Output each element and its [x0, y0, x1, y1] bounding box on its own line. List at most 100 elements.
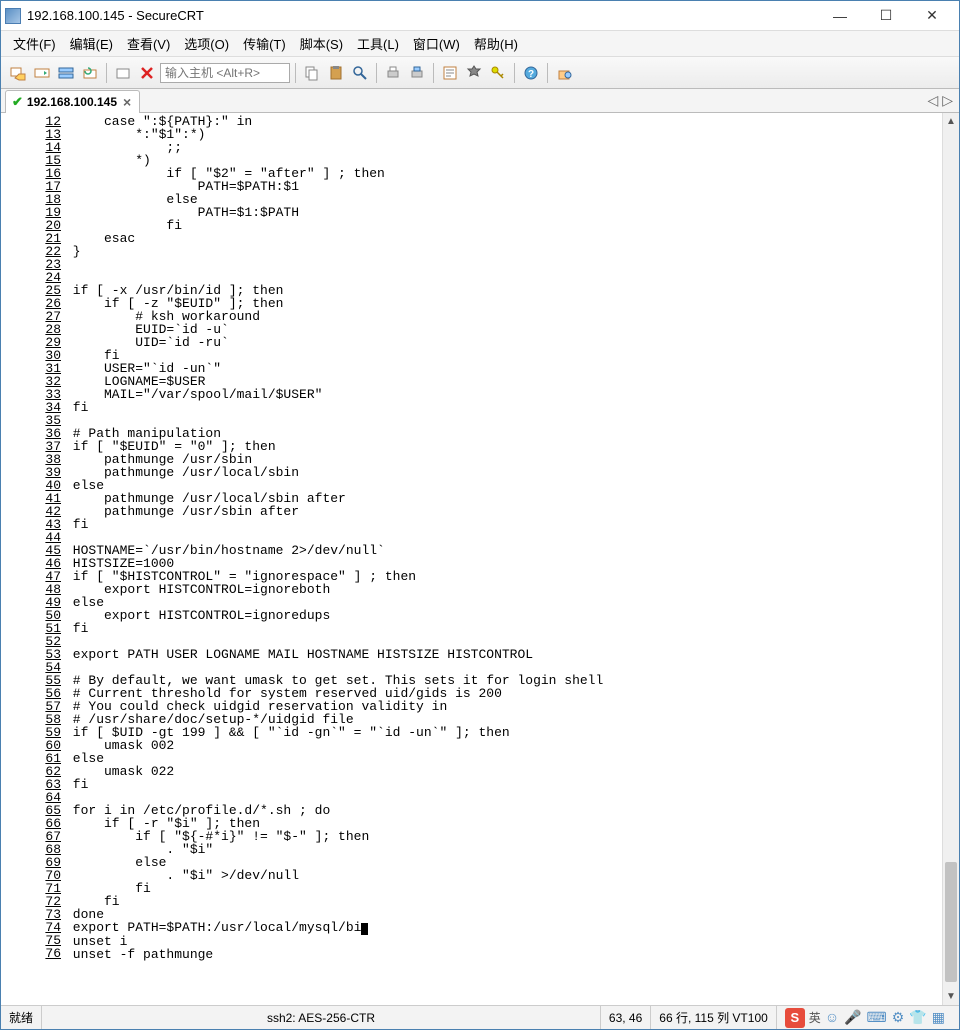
connect-icon[interactable]: [7, 62, 29, 84]
global-options-icon[interactable]: [463, 62, 485, 84]
close-button[interactable]: ✕: [909, 1, 955, 31]
scroll-thumb[interactable]: [945, 862, 957, 982]
host-input[interactable]: [160, 63, 290, 83]
tab-close-icon[interactable]: ×: [121, 94, 133, 110]
code-line: ;;: [65, 141, 942, 154]
reconnect-icon[interactable]: [79, 62, 101, 84]
code-line: export PATH=$PATH:/usr/local/mysql/bi: [65, 921, 942, 935]
vertical-scrollbar[interactable]: ▲ ▼: [942, 113, 959, 1005]
tab-nav-arrows: ◁ ▷: [927, 92, 953, 109]
menu-文件[interactable]: 文件(F): [7, 32, 62, 55]
statusbar: 就绪 ssh2: AES-256-CTR 63, 46 66 行, 115 列 …: [1, 1005, 959, 1029]
scroll-track[interactable]: [943, 130, 959, 988]
tab-next-icon[interactable]: ▷: [942, 92, 953, 109]
ime-keyboard-icon[interactable]: ⌨: [867, 1009, 887, 1026]
code-line: PATH=$1:$PATH: [65, 206, 942, 219]
code-line: }: [65, 245, 942, 258]
menu-脚本[interactable]: 脚本(S): [294, 32, 349, 55]
key-icon[interactable]: [487, 62, 509, 84]
help-icon[interactable]: ?: [520, 62, 542, 84]
ime-smiley-icon[interactable]: ☺: [825, 1009, 839, 1026]
status-ready: 就绪: [7, 1006, 42, 1029]
connected-check-icon: ✔: [12, 94, 23, 110]
code-line: MAIL="/var/spool/mail/$USER": [65, 388, 942, 401]
code-line: if [ $UID -gt 199 ] && [ "`id -gn`" = "`…: [65, 726, 942, 739]
copy-icon[interactable]: [301, 62, 323, 84]
window-title: 192.168.100.145 - SecureCRT: [27, 8, 817, 23]
code-line: fi: [65, 882, 942, 895]
paste-icon[interactable]: [325, 62, 347, 84]
svg-text:?: ?: [528, 69, 534, 80]
separator: [376, 63, 377, 83]
scroll-up-icon[interactable]: ▲: [943, 113, 959, 130]
menu-选项[interactable]: 选项(O): [178, 32, 235, 55]
ime-mic-icon[interactable]: 🎤: [844, 1009, 861, 1026]
code-line: fi: [65, 622, 942, 635]
toolbar: ?: [1, 57, 959, 89]
menu-帮助[interactable]: 帮助(H): [468, 32, 524, 55]
code-line: fi: [65, 219, 942, 232]
print-screen-icon[interactable]: [406, 62, 428, 84]
titlebar: 192.168.100.145 - SecureCRT ― ☐ ✕: [1, 1, 959, 31]
tab-label: 192.168.100.145: [27, 95, 117, 109]
status-connection: ssh2: AES-256-CTR: [42, 1006, 601, 1029]
separator: [295, 63, 296, 83]
tab-prev-icon[interactable]: ◁: [927, 92, 938, 109]
lock-icon[interactable]: [553, 62, 575, 84]
menu-传输[interactable]: 传输(T): [237, 32, 292, 55]
code-line: fi: [65, 778, 942, 791]
separator: [433, 63, 434, 83]
code-line: fi: [65, 401, 942, 414]
separator: [106, 63, 107, 83]
code-line: HOSTNAME=`/usr/bin/hostname 2>/dev/null`: [65, 544, 942, 557]
code-line: export HISTCONTROL=ignoredups: [65, 609, 942, 622]
connect-bar-icon[interactable]: [55, 62, 77, 84]
status-size: 66 行, 115 列 VT100: [651, 1006, 777, 1029]
code-line: fi: [65, 895, 942, 908]
cancel-icon[interactable]: [136, 62, 158, 84]
scroll-down-icon[interactable]: ▼: [943, 988, 959, 1005]
session-tab[interactable]: ✔ 192.168.100.145 ×: [5, 90, 140, 113]
maximize-button[interactable]: ☐: [863, 1, 909, 31]
code-line: else: [65, 752, 942, 765]
print-icon[interactable]: [382, 62, 404, 84]
tabbar: ✔ 192.168.100.145 × ◁ ▷: [1, 89, 959, 113]
terminal-area[interactable]: 1213141516171819202122232425262728293031…: [1, 113, 959, 1005]
ime-lang[interactable]: 英: [809, 1009, 821, 1026]
app-icon: [5, 8, 21, 24]
app-window: 192.168.100.145 - SecureCRT ― ☐ ✕ 文件(F)编…: [0, 0, 960, 1030]
ime-grid-icon[interactable]: ▦: [932, 1009, 945, 1026]
find-icon[interactable]: [349, 62, 371, 84]
code-line: umask 022: [65, 765, 942, 778]
minimize-button[interactable]: ―: [817, 1, 863, 31]
code-line: export PATH USER LOGNAME MAIL HOSTNAME H…: [65, 648, 942, 661]
quick-connect-icon[interactable]: [31, 62, 53, 84]
ime-tools: ☺ 🎤 ⌨ ⚙ 👕 ▦: [825, 1009, 945, 1026]
line-gutter: 1213141516171819202122232425262728293031…: [1, 115, 65, 1003]
menubar: 文件(F)编辑(E)查看(V)选项(O)传输(T)脚本(S)工具(L)窗口(W)…: [1, 31, 959, 57]
code-line: pathmunge /usr/local/sbin: [65, 466, 942, 479]
code-line: export HISTCONTROL=ignoreboth: [65, 583, 942, 596]
cursor: [361, 923, 368, 935]
session-options-icon[interactable]: [439, 62, 461, 84]
code-line: unset -f pathmunge: [65, 948, 942, 961]
separator: [514, 63, 515, 83]
menu-工具[interactable]: 工具(L): [351, 32, 405, 55]
menu-编辑[interactable]: 编辑(E): [64, 32, 119, 55]
ime-settings-icon[interactable]: ⚙: [892, 1009, 905, 1026]
separator: [547, 63, 548, 83]
ime-brand-icon[interactable]: S: [785, 1008, 805, 1028]
disconnect-icon[interactable]: [112, 62, 134, 84]
line-number: 76: [1, 947, 65, 960]
status-cursor-pos: 63, 46: [601, 1006, 651, 1029]
code-line: . "$i": [65, 843, 942, 856]
code-line: fi: [65, 518, 942, 531]
code-line: UID=`id -ru`: [65, 336, 942, 349]
menu-查看[interactable]: 查看(V): [121, 32, 176, 55]
code-line: umask 002: [65, 739, 942, 752]
ime-panel: S 英 ☺ 🎤 ⌨ ⚙ 👕 ▦: [777, 1006, 953, 1029]
code-line: [65, 258, 942, 271]
menu-窗口[interactable]: 窗口(W): [407, 32, 466, 55]
ime-clothes-icon[interactable]: 👕: [909, 1009, 926, 1026]
code-content[interactable]: case ":${PATH}:" in *:"$1":*) ;; *) if […: [65, 115, 942, 1003]
